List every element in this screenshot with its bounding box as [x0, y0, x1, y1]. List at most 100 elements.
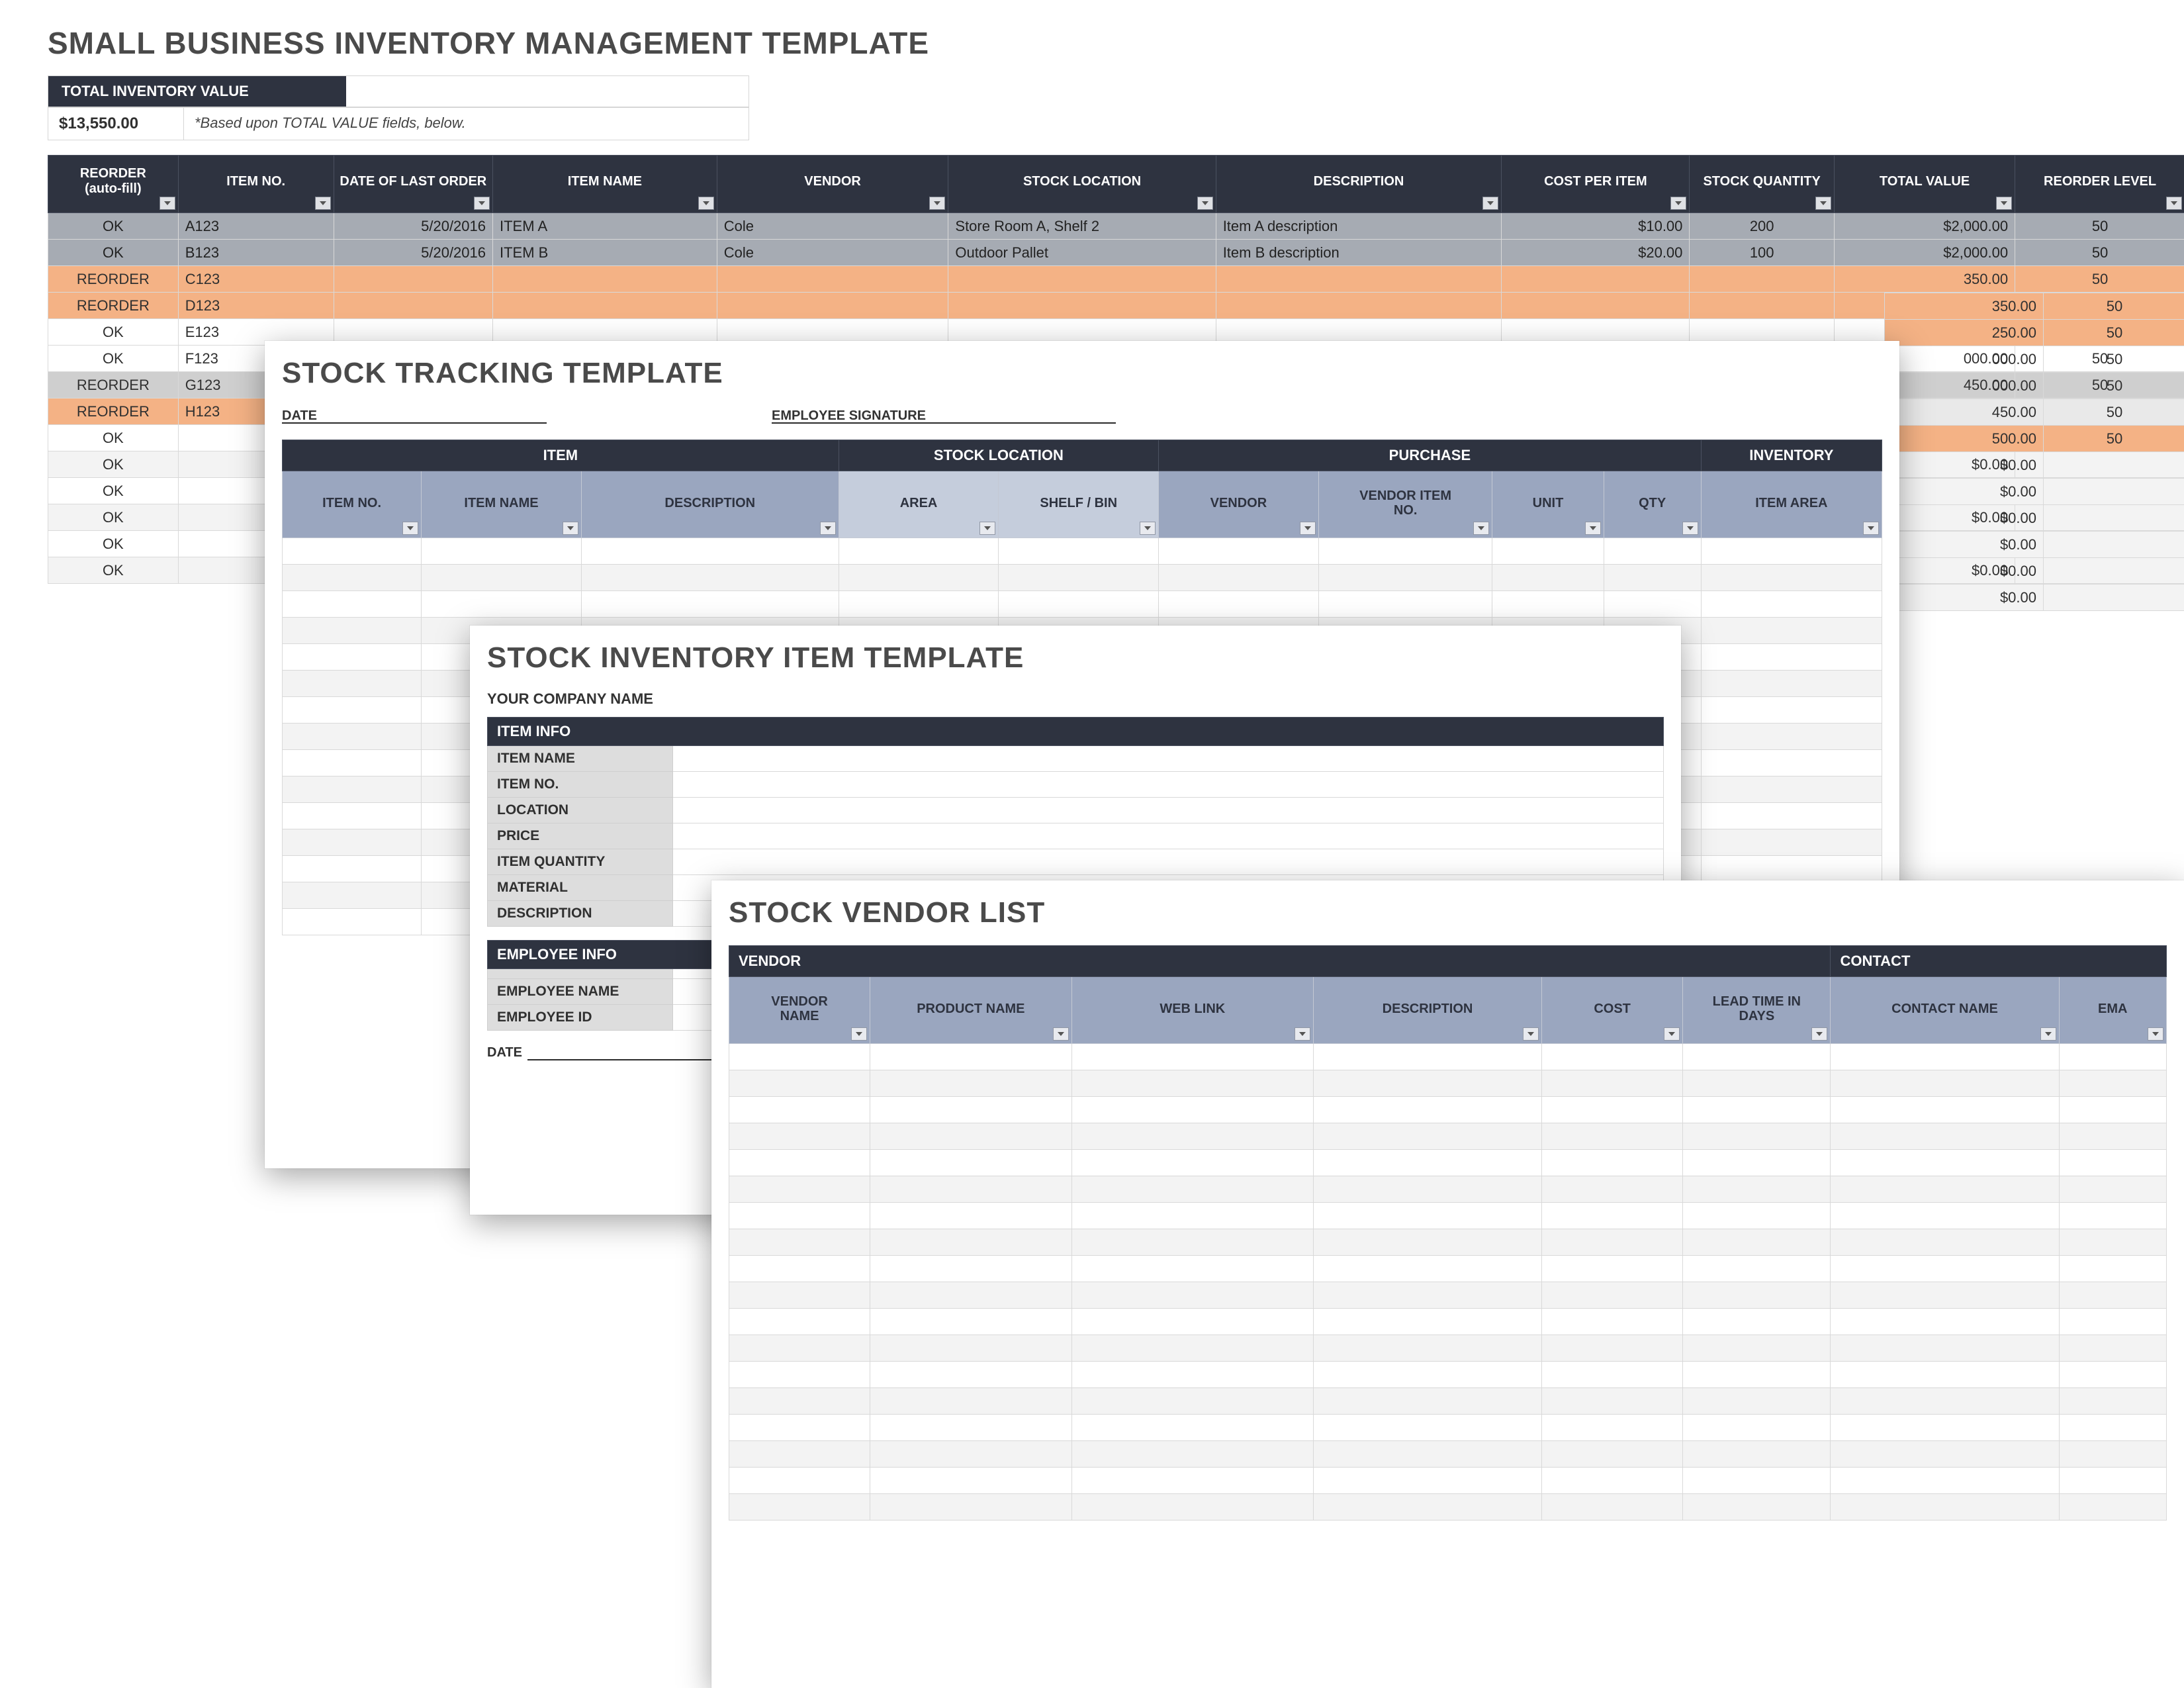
filter-icon[interactable] — [1670, 197, 1686, 210]
vendor-cell[interactable] — [1071, 1229, 1313, 1256]
vendor-cell[interactable] — [870, 1097, 1071, 1123]
track-cell[interactable] — [283, 803, 422, 829]
vendor-cell[interactable] — [2059, 1229, 2166, 1256]
vendor-cell[interactable] — [1831, 1362, 2059, 1388]
track-cell[interactable] — [422, 591, 582, 618]
track-cell[interactable] — [1701, 565, 1882, 591]
vendor-cell[interactable] — [1542, 1362, 1683, 1388]
vendor-cell[interactable] — [1071, 1282, 1313, 1309]
vendor-cell[interactable] — [1542, 1441, 1683, 1468]
track-cell[interactable] — [1701, 591, 1882, 618]
vendor-cell[interactable] — [870, 1070, 1071, 1097]
vendor-cell[interactable] — [729, 1309, 870, 1335]
track-col-4[interactable]: SHELF / BIN — [999, 471, 1159, 538]
vendor-cell[interactable] — [870, 1362, 1071, 1388]
vendor-cell[interactable] — [870, 1150, 1071, 1176]
vendor-cell[interactable] — [2059, 1388, 2166, 1415]
vendor-col-7[interactable]: EMA — [2059, 977, 2166, 1044]
track-cell[interactable] — [1492, 565, 1604, 591]
inventory-cell[interactable]: OK — [48, 478, 179, 504]
vendor-row[interactable] — [729, 1282, 2167, 1309]
inventory-cell[interactable]: Item B description — [1216, 240, 1502, 266]
filter-icon[interactable] — [1523, 1027, 1539, 1041]
inventory-cell[interactable] — [948, 293, 1216, 319]
vendor-cell[interactable] — [1542, 1203, 1683, 1229]
vendor-cell[interactable] — [729, 1229, 870, 1256]
inventory-col-9[interactable]: TOTAL VALUE — [1834, 156, 2015, 213]
filter-icon[interactable] — [1863, 522, 1879, 535]
inventory-cell[interactable]: $20.00 — [1502, 240, 1690, 266]
vendor-col-6[interactable]: CONTACT NAME — [1831, 977, 2059, 1044]
vendor-cell[interactable] — [1683, 1494, 1831, 1521]
vendor-cell[interactable] — [1313, 1335, 1541, 1362]
track-cell[interactable] — [1159, 565, 1319, 591]
track-col-7[interactable]: UNIT — [1492, 471, 1604, 538]
inventory-cell[interactable]: Store Room A, Shelf 2 — [948, 213, 1216, 240]
vendor-cell[interactable] — [870, 1256, 1071, 1282]
vendor-col-2[interactable]: WEB LINK — [1071, 977, 1313, 1044]
vendor-cell[interactable] — [1313, 1441, 1541, 1468]
track-cell[interactable] — [1701, 803, 1882, 829]
track-cell[interactable] — [581, 591, 839, 618]
track-row[interactable] — [283, 565, 1882, 591]
inventory-row[interactable]: REORDERC123350.0050 — [48, 266, 2184, 293]
inventory-cell[interactable]: REORDER — [48, 372, 179, 399]
vendor-cell[interactable] — [729, 1070, 870, 1097]
vendor-row[interactable] — [729, 1229, 2167, 1256]
inventory-cell[interactable] — [1502, 293, 1690, 319]
filter-icon[interactable] — [1664, 1027, 1680, 1041]
inventory-cell[interactable]: C123 — [178, 266, 334, 293]
filter-icon[interactable] — [2040, 1027, 2056, 1041]
filter-icon[interactable] — [1300, 522, 1316, 535]
track-cell[interactable] — [283, 671, 422, 697]
vendor-cell[interactable] — [2059, 1176, 2166, 1203]
track-cell[interactable] — [283, 565, 422, 591]
vendor-cell[interactable] — [870, 1044, 1071, 1070]
track-col-3[interactable]: AREA — [839, 471, 999, 538]
track-cell[interactable] — [422, 538, 582, 565]
track-cell[interactable] — [1159, 538, 1319, 565]
vendor-cell[interactable] — [870, 1176, 1071, 1203]
vendor-cell[interactable] — [1683, 1070, 1831, 1097]
vendor-row[interactable] — [729, 1441, 2167, 1468]
item-field-value[interactable] — [673, 798, 1664, 823]
vendor-cell[interactable] — [2059, 1415, 2166, 1441]
item-field-value[interactable] — [673, 772, 1664, 798]
vendor-cell[interactable] — [1831, 1097, 2059, 1123]
vendor-cell[interactable] — [2059, 1070, 2166, 1097]
inventory-cell[interactable]: 5/20/2016 — [334, 240, 492, 266]
track-cell[interactable] — [1701, 644, 1882, 671]
filter-icon[interactable] — [1585, 522, 1601, 535]
inventory-cell[interactable]: OK — [48, 557, 179, 584]
filter-icon[interactable] — [2148, 1027, 2163, 1041]
vendor-cell[interactable] — [1542, 1044, 1683, 1070]
inventory-cell[interactable] — [948, 266, 1216, 293]
vendor-cell[interactable] — [870, 1203, 1071, 1229]
vendor-cell[interactable] — [2059, 1256, 2166, 1282]
inventory-cell[interactable]: OK — [48, 531, 179, 557]
inventory-cell[interactable]: OK — [48, 346, 179, 372]
track-cell[interactable] — [1492, 591, 1604, 618]
vendor-cell[interactable] — [2059, 1362, 2166, 1388]
track-cell[interactable] — [422, 565, 582, 591]
vendor-cell[interactable] — [1071, 1097, 1313, 1123]
vendor-cell[interactable] — [870, 1282, 1071, 1309]
inventory-cell[interactable]: 100 — [1690, 240, 1835, 266]
vendor-cell[interactable] — [1831, 1468, 2059, 1494]
inventory-cell[interactable]: 50 — [2015, 240, 2184, 266]
vendor-cell[interactable] — [870, 1229, 1071, 1256]
track-cell[interactable] — [839, 538, 999, 565]
inventory-cell[interactable]: D123 — [178, 293, 334, 319]
filter-icon[interactable] — [1482, 197, 1498, 210]
track-col-1[interactable]: ITEM NAME — [422, 471, 582, 538]
vendor-cell[interactable] — [1071, 1256, 1313, 1282]
track-cell[interactable] — [839, 591, 999, 618]
vendor-cell[interactable] — [1831, 1044, 2059, 1070]
vendor-cell[interactable] — [1683, 1203, 1831, 1229]
inventory-col-4[interactable]: VENDOR — [717, 156, 948, 213]
vendor-row[interactable] — [729, 1309, 2167, 1335]
vendor-cell[interactable] — [1683, 1229, 1831, 1256]
inventory-cell[interactable] — [1216, 293, 1502, 319]
vendor-cell[interactable] — [2059, 1335, 2166, 1362]
vendor-cell[interactable] — [1313, 1203, 1541, 1229]
